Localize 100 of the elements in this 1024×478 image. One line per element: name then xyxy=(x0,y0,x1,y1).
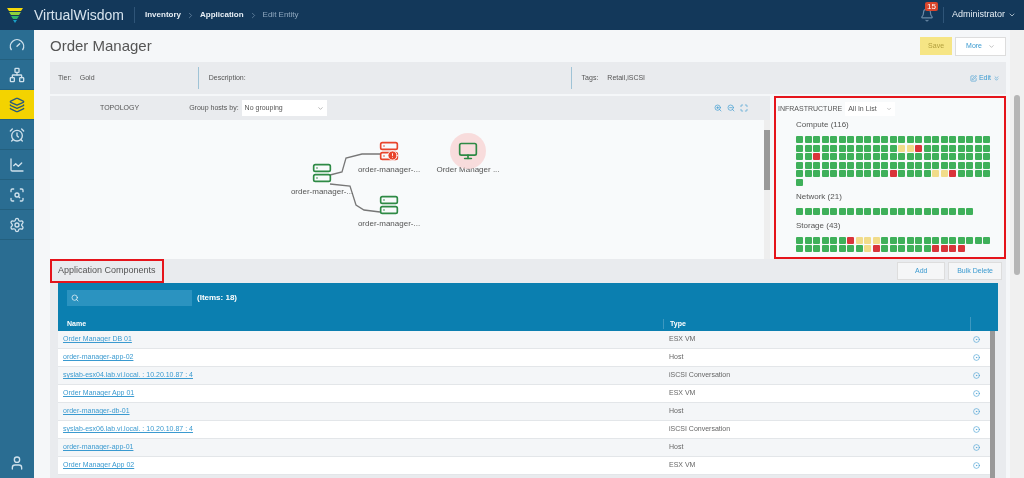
status-tile[interactable] xyxy=(923,136,931,143)
status-tile[interactable] xyxy=(906,153,914,160)
status-tile[interactable] xyxy=(872,207,880,215)
status-tile[interactable] xyxy=(838,236,846,244)
status-tile[interactable] xyxy=(957,136,965,143)
status-tile[interactable] xyxy=(821,153,829,160)
status-tile[interactable] xyxy=(898,153,905,160)
status-tile[interactable] xyxy=(813,144,820,152)
status-tile[interactable] xyxy=(813,207,820,215)
status-tile[interactable] xyxy=(881,153,888,160)
status-tile[interactable] xyxy=(957,153,965,160)
status-tile[interactable] xyxy=(932,207,939,215)
status-tile[interactable] xyxy=(898,170,905,177)
status-tile[interactable] xyxy=(855,236,863,244)
status-tile[interactable] xyxy=(974,136,982,143)
status-tile[interactable] xyxy=(804,136,812,143)
status-tile[interactable] xyxy=(889,245,897,252)
status-tile[interactable] xyxy=(830,236,837,244)
status-tile[interactable] xyxy=(906,170,914,177)
status-tile[interactable] xyxy=(957,161,965,169)
row-action-icon[interactable] xyxy=(973,408,980,415)
status-tile[interactable] xyxy=(923,170,931,177)
status-tile[interactable] xyxy=(813,170,820,177)
status-tile[interactable] xyxy=(932,161,939,169)
status-tile[interactable] xyxy=(889,136,897,143)
status-tile[interactable] xyxy=(906,236,914,244)
status-tile[interactable] xyxy=(915,245,922,252)
status-tile[interactable] xyxy=(864,236,871,244)
status-tile[interactable] xyxy=(804,153,812,160)
status-tile[interactable] xyxy=(949,136,956,143)
status-tile[interactable] xyxy=(830,153,837,160)
status-tile[interactable] xyxy=(915,207,922,215)
status-tile[interactable] xyxy=(983,153,990,160)
status-tile[interactable] xyxy=(796,144,803,152)
status-tile[interactable] xyxy=(898,136,905,143)
status-tile[interactable] xyxy=(932,245,939,252)
status-tile[interactable] xyxy=(796,207,803,215)
status-tile[interactable] xyxy=(940,207,948,215)
server-icon[interactable] xyxy=(379,141,399,161)
status-tile[interactable] xyxy=(889,170,897,177)
status-tile[interactable] xyxy=(864,153,871,160)
status-tile[interactable] xyxy=(804,161,812,169)
status-tile[interactable] xyxy=(830,245,837,252)
status-tile[interactable] xyxy=(915,144,922,152)
status-tile[interactable] xyxy=(847,144,854,152)
status-tile[interactable] xyxy=(932,136,939,143)
status-tile[interactable] xyxy=(957,170,965,177)
user-menu[interactable]: Administrator xyxy=(952,8,1016,22)
status-tile[interactable] xyxy=(923,161,931,169)
status-tile[interactable] xyxy=(821,161,829,169)
status-tile[interactable] xyxy=(838,136,846,143)
notification-button[interactable] xyxy=(919,7,935,23)
status-tile[interactable] xyxy=(872,161,880,169)
status-tile[interactable] xyxy=(974,153,982,160)
status-tile[interactable] xyxy=(838,207,846,215)
status-tile[interactable] xyxy=(838,170,846,177)
status-tile[interactable] xyxy=(872,144,880,152)
status-tile[interactable] xyxy=(813,153,820,160)
status-tile[interactable] xyxy=(838,161,846,169)
zoom-in-icon[interactable] xyxy=(714,104,722,112)
status-tile[interactable] xyxy=(932,236,939,244)
status-tile[interactable] xyxy=(898,161,905,169)
status-tile[interactable] xyxy=(830,170,837,177)
status-tile[interactable] xyxy=(838,144,846,152)
status-tile[interactable] xyxy=(881,136,888,143)
status-tile[interactable] xyxy=(872,153,880,160)
status-tile[interactable] xyxy=(915,161,922,169)
status-tile[interactable] xyxy=(864,161,871,169)
status-tile[interactable] xyxy=(830,136,837,143)
status-tile[interactable] xyxy=(813,245,820,252)
status-tile[interactable] xyxy=(915,236,922,244)
status-tile[interactable] xyxy=(864,170,871,177)
status-tile[interactable] xyxy=(830,207,837,215)
search-field[interactable] xyxy=(67,290,192,306)
status-tile[interactable] xyxy=(915,153,922,160)
status-tile[interactable] xyxy=(864,207,871,215)
status-tile[interactable] xyxy=(838,153,846,160)
status-tile[interactable] xyxy=(821,207,829,215)
status-tile[interactable] xyxy=(932,153,939,160)
status-tile[interactable] xyxy=(949,170,956,177)
status-tile[interactable] xyxy=(813,236,820,244)
status-tile[interactable] xyxy=(974,144,982,152)
status-tile[interactable] xyxy=(855,161,863,169)
status-tile[interactable] xyxy=(974,170,982,177)
status-tile[interactable] xyxy=(957,236,965,244)
status-tile[interactable] xyxy=(966,161,973,169)
status-tile[interactable] xyxy=(881,207,888,215)
status-tile[interactable] xyxy=(949,207,956,215)
status-tile[interactable] xyxy=(898,236,905,244)
status-tile[interactable] xyxy=(983,144,990,152)
status-tile[interactable] xyxy=(940,245,948,252)
status-tile[interactable] xyxy=(906,144,914,152)
status-tile[interactable] xyxy=(915,170,922,177)
status-tile[interactable] xyxy=(855,153,863,160)
status-tile[interactable] xyxy=(923,245,931,252)
status-tile[interactable] xyxy=(983,161,990,169)
status-tile[interactable] xyxy=(923,144,931,152)
status-tile[interactable] xyxy=(881,236,888,244)
status-tile[interactable] xyxy=(821,236,829,244)
status-tile[interactable] xyxy=(889,144,897,152)
